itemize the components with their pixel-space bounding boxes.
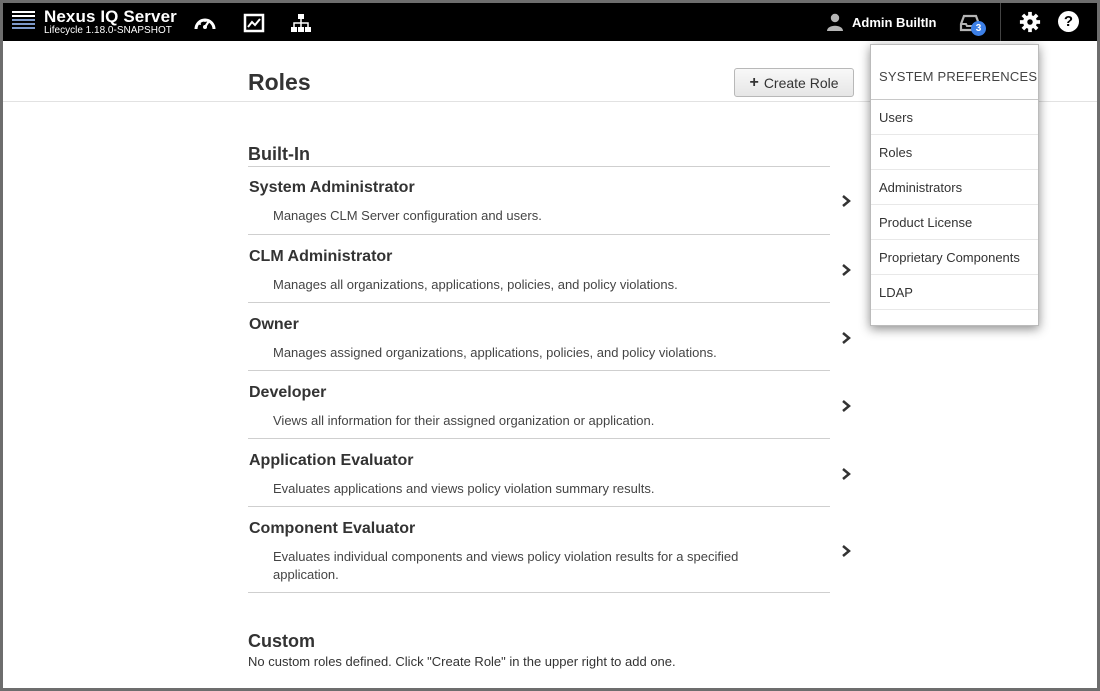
- chevron-right-icon: [842, 545, 851, 557]
- top-bar: Nexus IQ Server Lifecycle 1.18.0-SNAPSHO…: [3, 3, 1097, 41]
- help-icon[interactable]: ?: [1058, 11, 1079, 32]
- role-row-clm-administrator[interactable]: CLM Administrator Manages all organizati…: [248, 235, 851, 303]
- app-version: Lifecycle 1.18.0-SNAPSHOT: [44, 25, 172, 36]
- role-description: Manages all organizations, applications,…: [273, 277, 678, 292]
- role-name: Component Evaluator: [249, 520, 416, 537]
- role-description: Manages assigned organizations, applicat…: [273, 345, 717, 360]
- user-menu[interactable]: Admin BuiltIn: [826, 12, 937, 32]
- gear-icon: [1019, 11, 1041, 33]
- chevron-right-icon: [842, 400, 851, 412]
- create-role-button[interactable]: + Create Role: [734, 68, 854, 97]
- builtin-section-title: Built-In: [248, 144, 310, 164]
- chevron-right-icon: [842, 195, 851, 207]
- menu-item-roles[interactable]: Roles: [871, 135, 1038, 170]
- menu-title: SYSTEM PREFERENCES: [871, 45, 1038, 100]
- reports-icon[interactable]: [243, 13, 265, 33]
- role-name: CLM Administrator: [249, 248, 393, 265]
- create-role-label: Create Role: [763, 74, 839, 91]
- brand[interactable]: Nexus IQ Server Lifecycle 1.18.0-SNAPSHO…: [44, 8, 177, 36]
- role-name: Owner: [249, 316, 299, 333]
- system-preferences-menu: SYSTEM PREFERENCES Users Roles Administr…: [870, 44, 1039, 326]
- role-name: System Administrator: [249, 179, 415, 196]
- dashboard-icon[interactable]: [194, 13, 216, 33]
- custom-section-title: Custom: [248, 631, 315, 651]
- app-window: Nexus IQ Server Lifecycle 1.18.0-SNAPSHO…: [0, 0, 1100, 691]
- role-description: Views all information for their assigned…: [273, 413, 655, 428]
- role-row-developer[interactable]: Developer Views all information for thei…: [248, 371, 851, 439]
- role-description: Evaluates individual components and view…: [273, 549, 739, 582]
- system-preferences-button[interactable]: [1012, 3, 1048, 41]
- menu-item-users[interactable]: Users: [871, 100, 1038, 135]
- app-title: Nexus IQ Server: [44, 7, 177, 26]
- role-name: Developer: [249, 384, 327, 401]
- menu-item-product-license[interactable]: Product License: [871, 205, 1038, 240]
- custom-empty-message: No custom roles defined. Click "Create R…: [248, 654, 676, 669]
- role-row-application-evaluator[interactable]: Application Evaluator Evaluates applicat…: [248, 439, 851, 507]
- role-description: Evaluates applications and views policy …: [273, 481, 655, 496]
- menu-item-proprietary-components[interactable]: Proprietary Components: [871, 240, 1038, 275]
- chevron-right-icon: [842, 264, 851, 276]
- menu-item-ldap[interactable]: LDAP: [871, 275, 1038, 310]
- menu-item-administrators[interactable]: Administrators: [871, 170, 1038, 205]
- role-row-owner[interactable]: Owner Manages assigned organizations, ap…: [248, 303, 851, 371]
- role-name: Application Evaluator: [249, 452, 414, 469]
- chevron-right-icon: [842, 468, 851, 480]
- user-icon: [827, 13, 843, 31]
- role-row-system-administrator[interactable]: System Administrator Manages CLM Server …: [248, 166, 851, 235]
- notifications-button[interactable]: 3: [959, 12, 987, 36]
- chevron-right-icon: [842, 332, 851, 344]
- organizations-icon[interactable]: [290, 13, 312, 33]
- notification-count-badge: 3: [971, 21, 986, 36]
- role-row-component-evaluator[interactable]: Component Evaluator Evaluates individual…: [248, 507, 851, 593]
- user-name: Admin BuiltIn: [852, 14, 937, 30]
- menu-icon[interactable]: [12, 11, 35, 33]
- page-title: Roles: [248, 69, 311, 95]
- role-description: Manages CLM Server configuration and use…: [273, 208, 542, 223]
- header-divider: [1000, 3, 1001, 41]
- plus-icon: +: [749, 73, 759, 91]
